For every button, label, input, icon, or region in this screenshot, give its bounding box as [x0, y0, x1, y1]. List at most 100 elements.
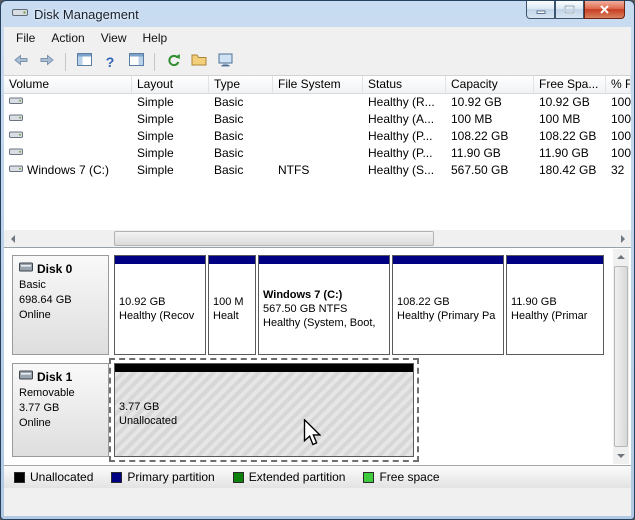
layout-cell: Simple: [137, 163, 174, 177]
disk-1-partitions: 3.77 GB Unallocated: [109, 358, 609, 462]
pct-free-cell: 100: [611, 112, 631, 126]
disk-1-info-panel[interactable]: Disk 1 Removable 3.77 GB Online: [12, 363, 109, 457]
partition-status: Healt: [213, 310, 239, 322]
partition-primary-1[interactable]: 108.22 GB Healthy (Primary Pa: [392, 255, 504, 355]
app-disk-icon: [12, 5, 28, 24]
menu-view[interactable]: View: [93, 28, 135, 48]
column-header-type[interactable]: Type: [209, 76, 273, 93]
primary-partition-swatch: [111, 471, 123, 483]
disk-status: Online: [19, 309, 51, 321]
volume-row[interactable]: Simple Basic Healthy (P... 11.90 GB 11.9…: [4, 145, 631, 162]
file-system-cell: [273, 128, 363, 145]
volume-row[interactable]: Simple Basic Healthy (R... 10.92 GB 10.9…: [4, 94, 631, 111]
pct-free-cell: 32: [611, 163, 625, 177]
legend-label: Primary partition: [127, 470, 215, 484]
free-space-cell: 10.92 GB: [539, 95, 590, 109]
partition-label: 11.90 GB Healthy (Primar: [507, 264, 603, 354]
layout-cell: Simple: [137, 95, 174, 109]
close-button[interactable]: [584, 1, 625, 19]
help-button[interactable]: ?: [98, 51, 122, 73]
disk-name: Disk 0: [37, 261, 73, 276]
disk-graphical-pane: Disk 0 Basic 698.64 GB Online 10.92 GB H…: [4, 247, 631, 465]
folder-icon: [191, 53, 207, 71]
pct-free-cell: 100: [611, 95, 631, 109]
legend-item-unallocated: Unallocated: [14, 470, 93, 484]
volume-icon: [9, 128, 23, 145]
show-action-pane-button[interactable]: [124, 51, 148, 73]
column-header-volume[interactable]: Volume: [4, 76, 132, 93]
scroll-down-button[interactable]: [613, 448, 629, 464]
partition-size: 10.92 GB: [119, 296, 166, 308]
partition-status: Healthy (System, Boot,: [263, 317, 376, 329]
volume-icon: [9, 94, 23, 111]
disk-size: 698.64 GB: [19, 294, 72, 306]
column-header-capacity[interactable]: Capacity: [446, 76, 534, 93]
partition-type-bar: [259, 256, 389, 264]
capacity-cell: 108.22 GB: [451, 129, 509, 143]
scroll-down-icon: [617, 454, 625, 458]
capacity-cell: 11.90 GB: [451, 146, 501, 160]
partition-primary-2[interactable]: 11.90 GB Healthy (Primar: [506, 255, 604, 355]
vertical-scrollbar[interactable]: [613, 249, 629, 464]
horizontal-scrollbar[interactable]: [4, 230, 631, 247]
volume-row[interactable]: Simple Basic Healthy (P... 108.22 GB 108…: [4, 128, 631, 145]
minimize-button[interactable]: [526, 1, 555, 19]
help-icon: ?: [105, 54, 115, 70]
unallocated-region-selected[interactable]: 3.77 GB Unallocated: [109, 358, 419, 462]
column-header-status[interactable]: Status: [363, 76, 446, 93]
partition-type-bar: [393, 256, 503, 264]
partition-size: 11.90 GB: [511, 296, 557, 308]
volume-row[interactable]: Windows 7 (C:) Simple Basic NTFS Healthy…: [4, 162, 631, 179]
forward-icon: [39, 53, 55, 72]
console-tree-icon: [76, 53, 92, 71]
refresh-button[interactable]: [161, 51, 185, 73]
export-list-button[interactable]: [187, 51, 211, 73]
type-cell: Basic: [214, 146, 244, 160]
column-header-free-space[interactable]: Free Spa...: [534, 76, 606, 93]
partition-type-bar: [115, 256, 205, 264]
volume-icon: [9, 111, 23, 128]
file-system-cell: [273, 111, 363, 128]
horizontal-scrollbar-thumb[interactable]: [114, 231, 434, 246]
legend-label: Free space: [379, 470, 440, 484]
toolbar: ?: [4, 49, 631, 76]
status-cell: Healthy (P...: [368, 146, 433, 160]
partition-windows-c[interactable]: Windows 7 (C:) 567.50 GB NTFS Healthy (S…: [258, 255, 390, 355]
forward-button[interactable]: [35, 51, 59, 73]
disk-name: Disk 1: [37, 369, 73, 384]
window-controls: [526, 1, 625, 19]
partition-system-reserved[interactable]: 100 M Healt: [208, 255, 256, 355]
menu-action[interactable]: Action: [43, 28, 92, 48]
column-header-layout[interactable]: Layout: [132, 76, 209, 93]
volume-list-header: Volume Layout Type File System Status Ca…: [4, 76, 631, 94]
disk-0-partitions: 10.92 GB Healthy (Recov 100 M Healt Wind…: [114, 255, 609, 355]
titlebar[interactable]: Disk Management: [4, 1, 631, 27]
status-cell: Healthy (S...: [368, 163, 435, 177]
file-system-cell: [273, 94, 363, 111]
show-console-tree-button[interactable]: [72, 51, 96, 73]
pct-free-cell: 100: [611, 129, 631, 143]
partition-type-bar: [507, 256, 603, 264]
back-button[interactable]: [9, 51, 33, 73]
partition-size: 3.77 GB: [119, 401, 160, 413]
scroll-right-button[interactable]: [614, 230, 631, 247]
layout-cell: Simple: [137, 129, 174, 143]
column-header-file-system[interactable]: File System: [273, 76, 363, 93]
vertical-scrollbar-thumb[interactable]: [614, 266, 628, 447]
maximize-button[interactable]: [555, 1, 584, 19]
disk-0-info-panel[interactable]: Disk 0 Basic 698.64 GB Online: [12, 255, 109, 355]
menu-help[interactable]: Help: [135, 28, 176, 48]
partition-recovery[interactable]: 10.92 GB Healthy (Recov: [114, 255, 206, 355]
partition-label: 10.92 GB Healthy (Recov: [115, 264, 205, 354]
scroll-up-button[interactable]: [613, 249, 629, 265]
scroll-left-button[interactable]: [4, 230, 21, 247]
volume-cell: Windows 7 (C:): [4, 162, 132, 179]
monitor-icon: [218, 53, 233, 72]
menu-file[interactable]: File: [8, 28, 43, 48]
column-header-pct-free[interactable]: % F: [606, 76, 631, 93]
console-window-button[interactable]: [213, 51, 237, 73]
volume-cell: [4, 111, 132, 128]
volume-row[interactable]: Simple Basic Healthy (A... 100 MB 100 MB…: [4, 111, 631, 128]
partition-status: Healthy (Primary Pa: [397, 310, 496, 322]
legend-label: Extended partition: [248, 470, 346, 484]
